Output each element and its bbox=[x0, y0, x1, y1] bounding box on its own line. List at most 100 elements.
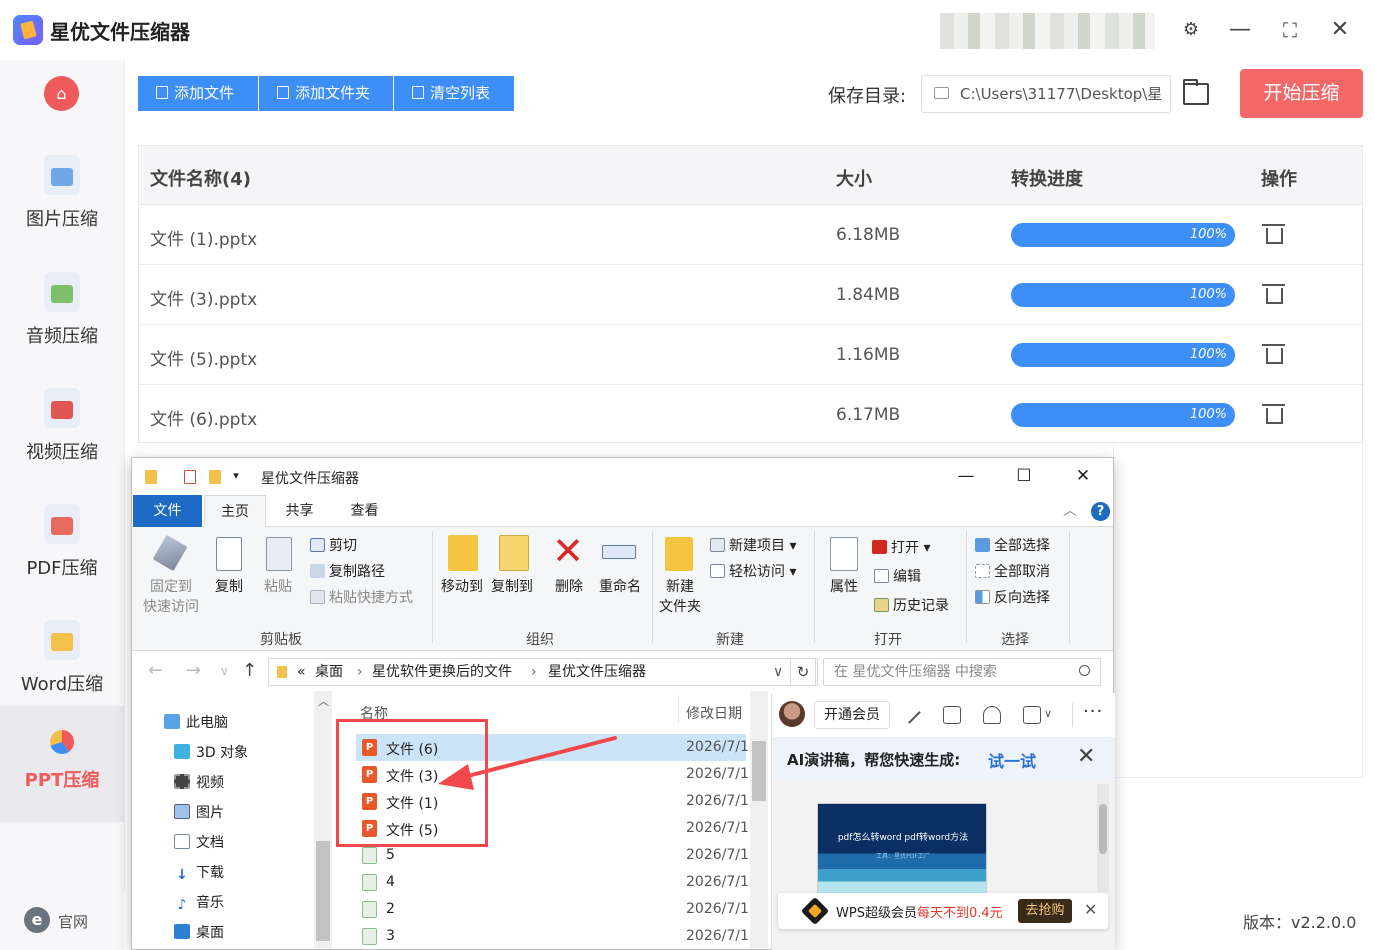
history-button[interactable]: 历史记录 bbox=[874, 595, 949, 615]
file-list-scrollbar[interactable] bbox=[750, 691, 768, 949]
sidebar-item-video[interactable]: 视频压缩 bbox=[0, 378, 124, 494]
explorer-minimize-icon[interactable]: — bbox=[951, 464, 981, 488]
slide-thumbnail[interactable]: pdf怎么转word pdf转word方法 工具：星优PDF工厂 bbox=[817, 803, 987, 895]
forward-icon[interactable]: → bbox=[186, 660, 201, 681]
copy-to-button[interactable]: 复制到 bbox=[487, 577, 537, 597]
sidebar-item-audio[interactable]: 音频压缩 bbox=[0, 262, 124, 378]
add-file-label: 添加文件 bbox=[174, 84, 235, 102]
share-icon[interactable] bbox=[983, 706, 1001, 724]
browse-folder-icon[interactable] bbox=[1183, 79, 1209, 105]
search-input[interactable]: 在 星优文件压缩器 中搜索 bbox=[823, 658, 1101, 686]
move-to-button[interactable]: 移动到 bbox=[437, 577, 487, 597]
nav-videos[interactable]: 视频 bbox=[174, 772, 224, 792]
scrollbar-thumb[interactable] bbox=[752, 741, 766, 801]
breadcrumb-current[interactable]: 星优文件压缩器 bbox=[548, 659, 646, 685]
nav-pictures[interactable]: 图片 bbox=[174, 802, 224, 822]
new-folder-button[interactable]: 新建 文件夹 bbox=[654, 577, 706, 617]
scroll-up-icon[interactable]: ︿ bbox=[318, 693, 329, 709]
delete-icon[interactable] bbox=[1262, 282, 1285, 304]
back-icon[interactable]: ← bbox=[148, 660, 163, 681]
select-none-button[interactable]: 全部取消 bbox=[975, 561, 1050, 581]
sidebar-item-image[interactable]: 图片压缩 bbox=[0, 145, 124, 261]
export-icon[interactable] bbox=[1023, 706, 1041, 724]
settings-icon[interactable]: ⚙ bbox=[1177, 16, 1205, 44]
nav-this-pc[interactable]: 此电脑 bbox=[164, 712, 228, 732]
maximize-icon[interactable]: ⛶ bbox=[1276, 16, 1304, 44]
minimize-icon[interactable]: — bbox=[1226, 16, 1254, 44]
rename-button[interactable]: 重命名 bbox=[595, 577, 645, 597]
delete-icon[interactable] bbox=[1262, 222, 1285, 244]
delete-icon[interactable] bbox=[1262, 342, 1285, 364]
user-avatar-blurred[interactable] bbox=[940, 13, 1155, 49]
website-link[interactable]: 官网 bbox=[58, 911, 88, 932]
clear-list-button[interactable]: 清空列表 bbox=[394, 76, 514, 111]
open-vip-button[interactable]: 开通会员 bbox=[814, 701, 890, 729]
breadcrumb-folder[interactable]: 星优软件更换后的文件 bbox=[372, 659, 512, 685]
home-icon[interactable]: ⌂ bbox=[44, 76, 79, 111]
nav-downloads[interactable]: ↓ 下载 bbox=[174, 862, 224, 883]
delete-icon[interactable] bbox=[1262, 402, 1285, 424]
ai-try-link[interactable]: 试一试 bbox=[988, 748, 1036, 772]
list-item[interactable]: 2 2026/7/1 bbox=[356, 896, 749, 923]
easy-access-button[interactable]: 轻松访问 ▾ bbox=[710, 561, 796, 581]
copy-path-button[interactable]: 复制路径 bbox=[310, 561, 385, 581]
print-icon[interactable] bbox=[943, 706, 961, 724]
sidebar-item-pdf[interactable]: PDF压缩 bbox=[0, 494, 124, 610]
avatar[interactable] bbox=[779, 701, 805, 727]
col-modified[interactable]: 修改日期 bbox=[686, 703, 742, 723]
pen-icon[interactable] bbox=[905, 708, 921, 724]
add-file-button[interactable]: 添加文件 bbox=[138, 76, 258, 111]
refresh-icon[interactable]: ↻ bbox=[790, 658, 816, 686]
tab-home[interactable]: 主页 bbox=[204, 495, 266, 527]
copy-path-label: 复制路径 bbox=[329, 564, 385, 580]
close-icon[interactable]: ✕ bbox=[1077, 744, 1095, 769]
recent-dropdown-icon[interactable]: ∨ bbox=[220, 664, 229, 678]
nav-documents[interactable]: 文档 bbox=[174, 832, 224, 852]
list-item[interactable]: 3 2026/7/1 bbox=[356, 923, 749, 949]
paste-shortcut-button[interactable]: 粘贴快捷方式 bbox=[310, 587, 413, 607]
cut-button[interactable]: 剪切 bbox=[310, 535, 357, 555]
invert-selection-button[interactable]: 反向选择 bbox=[975, 587, 1050, 607]
quick-access-dropdown-icon[interactable]: ▾ bbox=[228, 464, 244, 488]
new-item-button[interactable]: 新建项目 ▾ bbox=[710, 535, 796, 555]
save-path-input[interactable]: C:\Users\31177\Desktop\星 bbox=[921, 75, 1171, 113]
list-item[interactable]: 4 2026/7/1 bbox=[356, 869, 749, 896]
open-button[interactable]: 打开 ▾ bbox=[872, 537, 930, 557]
close-icon[interactable]: ✕ bbox=[1326, 16, 1354, 44]
copy-button[interactable]: 复制 bbox=[212, 577, 246, 597]
address-breadcrumb[interactable]: « 桌面 › 星优软件更换后的文件 › 星优文件压缩器 ∨ bbox=[268, 658, 818, 686]
start-compress-button[interactable]: 开始压缩 bbox=[1240, 69, 1363, 118]
paste-button[interactable]: 粘贴 bbox=[261, 577, 295, 597]
scrollbar-thumb[interactable] bbox=[316, 841, 330, 941]
properties-quick-icon[interactable] bbox=[184, 470, 196, 484]
select-all-button[interactable]: 全部选择 bbox=[975, 535, 1050, 555]
website-icon[interactable]: e bbox=[24, 907, 50, 933]
breadcrumb-desktop[interactable]: 桌面 bbox=[315, 659, 343, 685]
add-folder-button[interactable]: 添加文件夹 bbox=[259, 76, 393, 111]
pin-quick-access-button[interactable]: 固定到 快速访问 bbox=[140, 577, 202, 617]
collapse-ribbon-icon[interactable]: ︿ bbox=[1060, 495, 1080, 527]
help-icon[interactable]: ? bbox=[1091, 502, 1110, 521]
new-folder-quick-icon[interactable] bbox=[209, 470, 221, 484]
promo-buy-button[interactable]: 去抢购 bbox=[1018, 899, 1072, 923]
scrollbar-thumb[interactable] bbox=[1099, 804, 1107, 854]
tab-share[interactable]: 共享 bbox=[272, 495, 327, 527]
export-dropdown-icon[interactable]: ∨ bbox=[1044, 707, 1052, 720]
tab-view[interactable]: 查看 bbox=[337, 495, 392, 527]
tab-file[interactable]: 文件 bbox=[133, 495, 202, 527]
explorer-maximize-icon[interactable]: ☐ bbox=[1009, 464, 1039, 488]
up-icon[interactable]: ↑ bbox=[242, 660, 257, 681]
more-icon[interactable]: ··· bbox=[1083, 701, 1103, 722]
sidebar-item-ppt[interactable]: PPT压缩 bbox=[0, 706, 124, 822]
nav-scrollbar[interactable]: ︿ bbox=[314, 691, 332, 949]
close-icon[interactable]: ✕ bbox=[1084, 900, 1097, 919]
preview-scrollbar[interactable] bbox=[1097, 784, 1109, 892]
nav-3d-objects[interactable]: 3D 对象 bbox=[174, 742, 248, 762]
nav-desktop[interactable]: 桌面 bbox=[174, 922, 224, 942]
delete-button[interactable]: 删除 bbox=[549, 577, 589, 597]
address-dropdown-icon[interactable]: ∨ bbox=[773, 659, 783, 685]
nav-music[interactable]: ♪ 音乐 bbox=[174, 892, 224, 913]
edit-button[interactable]: 编辑 bbox=[874, 566, 921, 586]
explorer-close-icon[interactable]: ✕ bbox=[1068, 464, 1098, 488]
properties-button[interactable]: 属性 bbox=[824, 577, 864, 597]
